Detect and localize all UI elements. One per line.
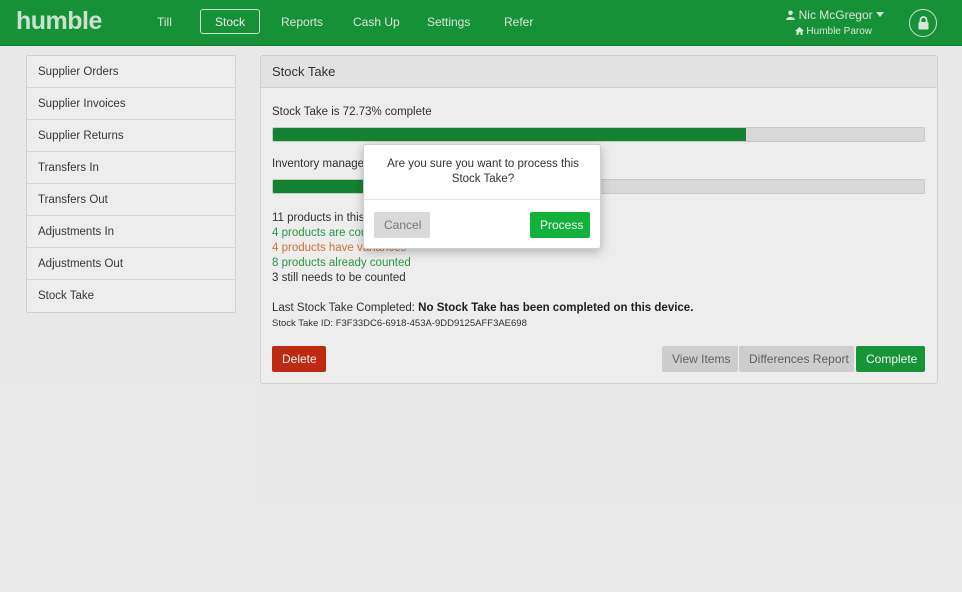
confirm-message: Are you sure you want to process this St… xyxy=(387,158,579,185)
modal-divider xyxy=(364,199,600,200)
cancel-button[interactable]: Cancel xyxy=(374,212,430,238)
modal-backdrop[interactable] xyxy=(0,0,962,592)
process-button[interactable]: Process xyxy=(530,212,590,238)
confirm-process-dialog: Are you sure you want to process this St… xyxy=(363,144,601,249)
